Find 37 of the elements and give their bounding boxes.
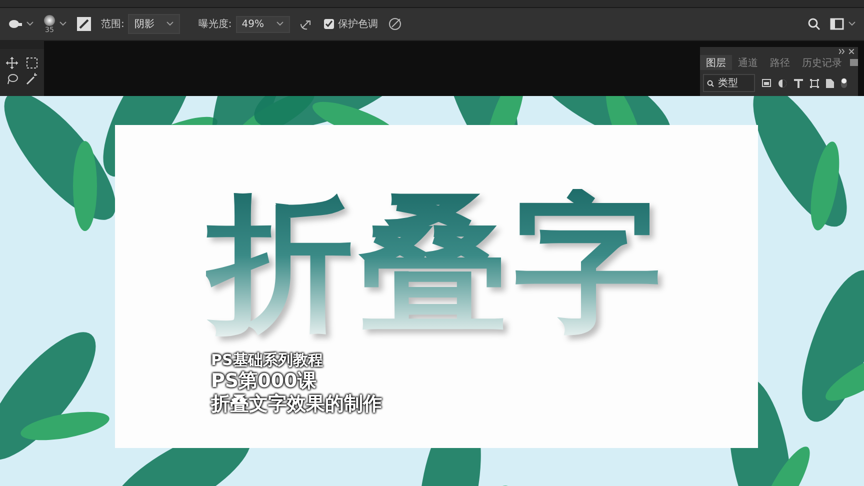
caret-icon[interactable] [848,21,856,27]
range-label: 范围: [101,18,124,31]
exposure-field[interactable]: 49% [236,16,290,32]
toggle-icon[interactable] [841,78,847,88]
image-filter-icon[interactable] [762,79,771,87]
exposure-label: 曝光度: [198,18,232,31]
protect-tones-checkbox[interactable] [324,19,334,29]
caret-icon [166,21,174,27]
search-icon[interactable] [808,18,820,30]
half-circle-icon[interactable] [778,78,787,88]
panel-tab[interactable]: 图层 [700,55,732,70]
lesson-text: PS第000课 [211,370,382,393]
search-icon [707,80,714,86]
close-icon[interactable] [849,49,854,54]
type-filter-icon[interactable] [794,78,803,88]
panel-tab[interactable]: 通道 [732,55,764,70]
lasso-tool-icon[interactable] [6,73,18,85]
magic-wand-icon[interactable] [26,73,38,85]
move-tool-icon[interactable] [6,57,18,69]
protect-tones-label: 保护色调 [338,18,378,31]
marquee-tool-icon[interactable] [26,57,38,69]
pressure-icon[interactable] [388,17,402,31]
range-dropdown[interactable]: 阴影 [128,14,180,34]
collapse-icon[interactable] [839,49,845,54]
panel-tab[interactable]: 历史记录 [796,55,848,70]
caret-icon[interactable] [26,21,34,27]
series-text: PS基础系列教程 [211,351,325,370]
subtitle-text: 折叠文字效果的制作 [211,393,382,416]
document-icon[interactable] [826,78,834,88]
filter-dropdown[interactable]: 类型 [703,74,755,92]
brush-panel-icon[interactable] [77,17,91,31]
panel-tab[interactable]: 路径 [764,55,796,70]
caret-icon[interactable] [59,21,67,27]
workspace-icon[interactable] [830,18,844,30]
caret-icon [276,21,284,27]
dodge-tool-icon[interactable] [8,19,22,29]
transform-icon[interactable] [810,78,819,88]
